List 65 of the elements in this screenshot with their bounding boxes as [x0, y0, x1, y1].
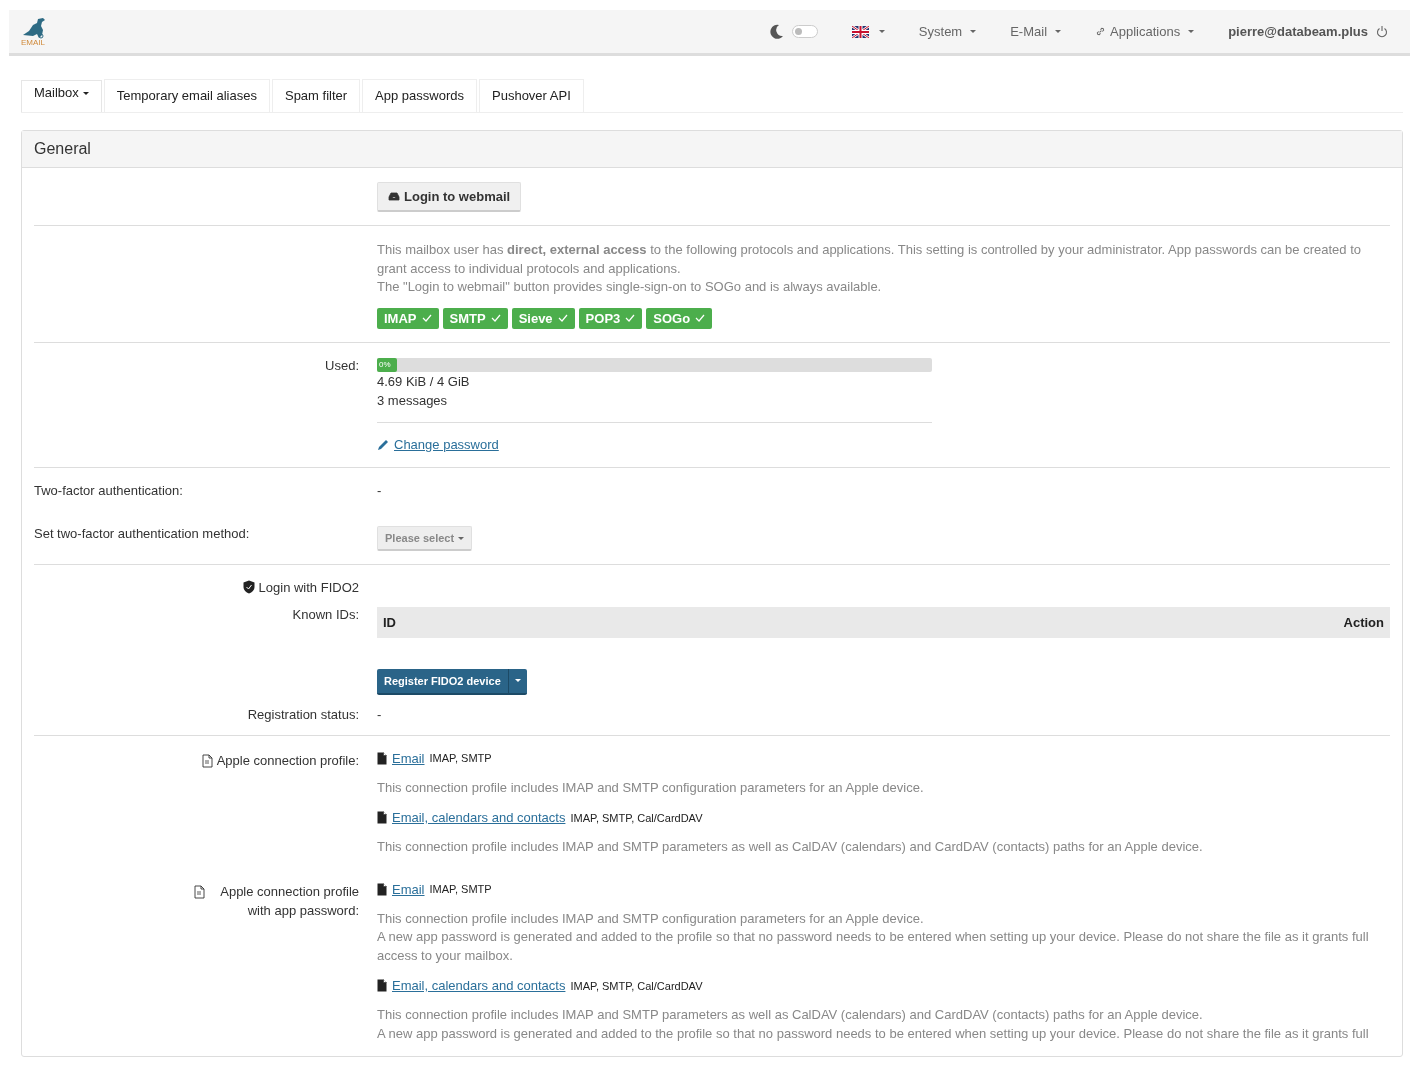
- power-icon[interactable]: [1376, 25, 1388, 38]
- registration-status-value: -: [377, 705, 383, 722]
- tab[interactable]: Spam filter: [271, 79, 361, 112]
- tab[interactable]: Temporary email aliases: [103, 79, 270, 112]
- two-factor-value: -: [377, 481, 383, 498]
- message-count: 3 messages: [377, 391, 449, 410]
- nav-menu[interactable]: E-Mail: [1010, 24, 1062, 39]
- logo-text: EMAIL: [21, 38, 45, 47]
- user-email[interactable]: pierre@databeam.plus: [1228, 24, 1368, 39]
- tab[interactable]: Pushover API: [479, 79, 584, 112]
- nav-menu[interactable]: System: [918, 24, 977, 39]
- file-icon: [377, 979, 387, 992]
- profile-protocols: IMAP, SMTP: [429, 883, 492, 895]
- column-header: ID: [383, 614, 396, 630]
- protocol-badge: IMAP: [377, 307, 439, 329]
- profile-download-link[interactable]: Email: [392, 750, 425, 766]
- profile-download-link[interactable]: Email: [392, 881, 425, 897]
- file-icon: [377, 751, 387, 765]
- protocol-badge: POP3: [578, 307, 643, 329]
- file-icon: [377, 811, 387, 824]
- link-icon: [1095, 26, 1107, 37]
- moon-icon: [769, 24, 784, 39]
- column-header: Action: [1343, 614, 1384, 630]
- fido2-title: Login with FIDO2: [258, 579, 359, 595]
- shield-icon: [242, 580, 255, 594]
- inbox-icon: [388, 192, 400, 201]
- profile-label: Apple connection profile:: [216, 751, 359, 770]
- quota-size: 4.69 KiB / 4 GiB: [377, 372, 471, 391]
- access-description: This mailbox user has direct, external access to the following protocols and applications. This setting is controlled by your administrator. App passwords can be created to grant access to individual protocols and applications.: [377, 241, 1362, 278]
- profile-protocols: IMAP, SMTP: [429, 752, 492, 764]
- used-label: Used:: [324, 356, 359, 373]
- quota-fill: 0%: [377, 357, 397, 372]
- profile-description: A new app password is generated and added to the profile so that no password needs to be entered when setting up your device. Please do not share the file as it grants full access to your mailbox.: [377, 928, 1370, 965]
- protocol-badge: Sieve: [511, 307, 575, 329]
- panel-title: General: [22, 131, 1402, 168]
- tab[interactable]: App passwords: [362, 79, 477, 112]
- profile-description: A new app password is generated and added to the profile so that no password needs to be entered when setting up your device. Please do not share the file as it grants full: [377, 1024, 1370, 1043]
- dark-mode-toggle[interactable]: [791, 25, 818, 38]
- profile-description: This connection profile includes IMAP and SMTP configuration parameters for an Apple device.: [377, 778, 925, 797]
- profile-download-link[interactable]: Email, calendars and contacts: [392, 810, 566, 825]
- nav-menu[interactable]: Applications: [1095, 24, 1195, 39]
- protocol-badge: SOGo: [646, 307, 713, 329]
- profile-protocols: IMAP, SMTP, Cal/CardDAV: [570, 811, 703, 824]
- tab[interactable]: Mailbox: [21, 80, 102, 112]
- webmail-note: The "Login to webmail" button provides single-sign-on to SOGo and is always available.: [377, 278, 883, 296]
- login-webmail-button[interactable]: Login to webmail: [377, 182, 522, 212]
- pencil-icon: [377, 437, 390, 451]
- profile-download-link[interactable]: Email, calendars and contacts: [392, 978, 566, 993]
- file-icon: [377, 882, 387, 896]
- profile-label: Apple connection profile with app password:: [219, 882, 359, 920]
- document-icon: [194, 884, 205, 899]
- protocol-badge: SMTP: [442, 307, 508, 329]
- profile-protocols: IMAP, SMTP, Cal/CardDAV: [570, 979, 703, 992]
- two-factor-label: Two-factor authentication:: [34, 481, 184, 498]
- profile-description: This connection profile includes IMAP and SMTP parameters as well as CalDAV (calendars) and CardDAV (contacts) paths for an Apple device.: [377, 838, 1204, 856]
- change-password-link[interactable]: Change password: [377, 436, 499, 452]
- registration-status-label: Registration status:: [246, 705, 359, 722]
- two-factor-method-label: Set two-factor authentication method:: [34, 524, 251, 541]
- known-ids-label: Known IDs:: [291, 605, 359, 622]
- register-fido2-button[interactable]: Register FIDO2 device: [377, 668, 527, 695]
- language-dropdown[interactable]: [851, 25, 885, 38]
- two-factor-method-dropdown[interactable]: Please select: [377, 525, 473, 551]
- profile-description: This connection profile includes IMAP and SMTP configuration parameters for an Apple device.: [377, 909, 925, 928]
- document-icon: [201, 753, 213, 768]
- profile-description: This connection profile includes IMAP and SMTP parameters as well as CalDAV (calendars) and CardDAV (contacts) paths for an Apple device.: [377, 1006, 1204, 1024]
